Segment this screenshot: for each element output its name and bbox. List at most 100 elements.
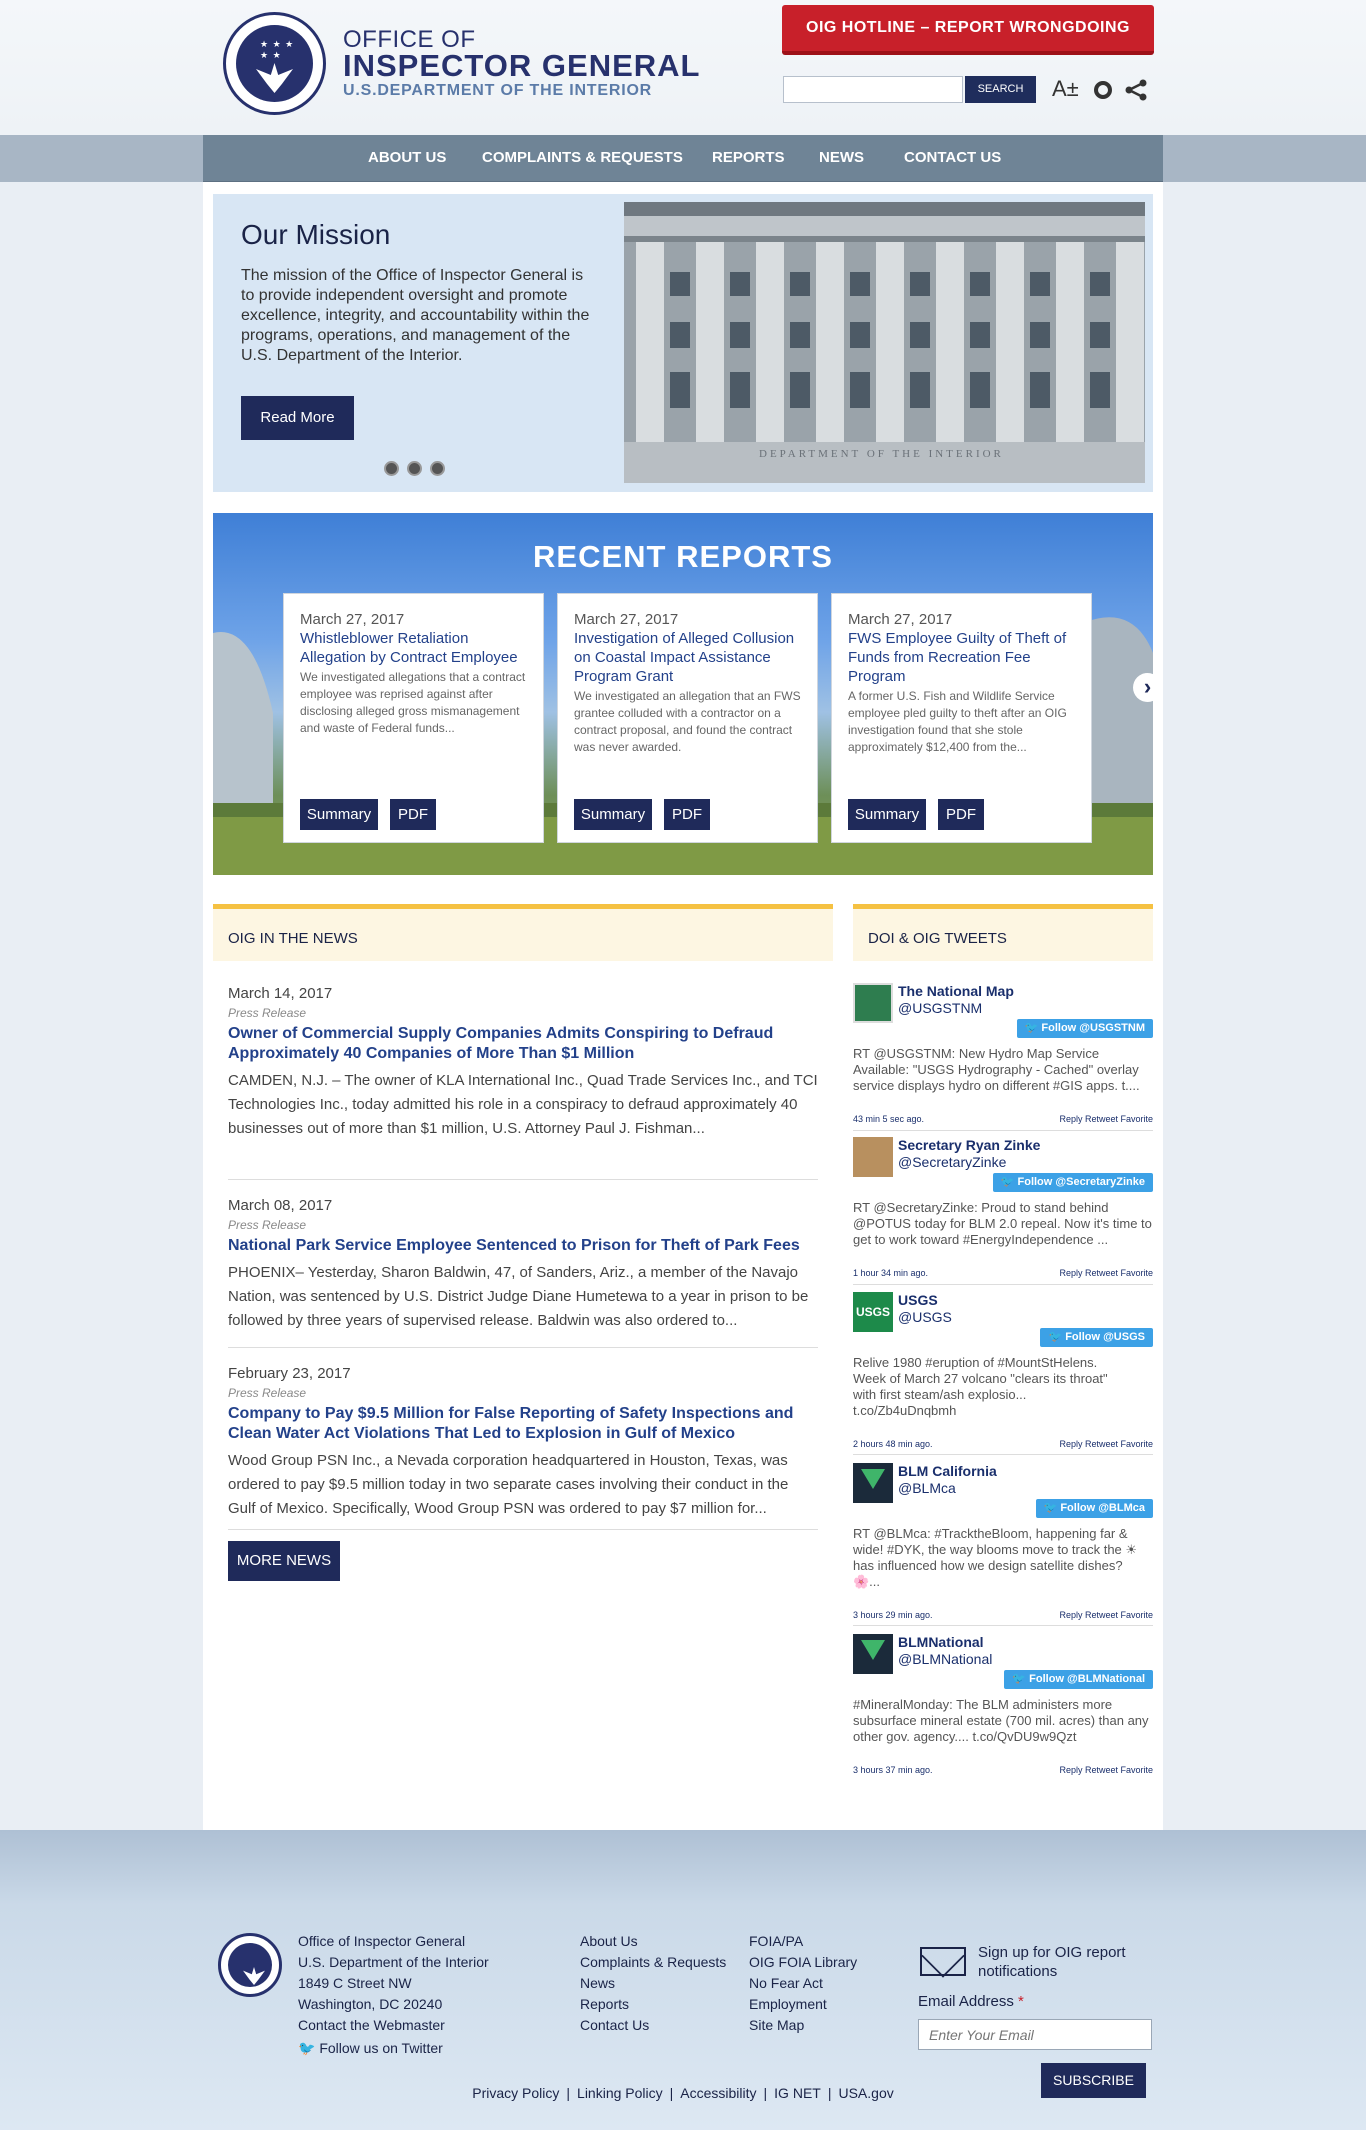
nav-contact-us[interactable]: CONTACT US	[904, 149, 1001, 166]
avatar-blmnational[interactable]	[853, 1634, 893, 1674]
footer-link[interactable]: Complaints & Requests	[580, 1952, 726, 1973]
logo-line2: INSPECTOR GENERAL	[343, 48, 701, 83]
tweet-author-name[interactable]: BLMNational	[898, 1634, 984, 1650]
report-title[interactable]: FWS Employee Guilty of Theft of Funds fr…	[848, 629, 1080, 756]
footer-link[interactable]: OIG FOIA Library	[749, 1952, 857, 1973]
divider	[853, 1625, 1153, 1626]
news-body: PHOENIX– Yesterday, Sharon Baldwin, 47, …	[228, 1264, 809, 1329]
tweet-time[interactable]: 43 min 5 sec ago.	[853, 1114, 924, 1124]
report-card: March 27, 2017 Whistleblower Retaliation…	[283, 593, 544, 843]
news-title-link[interactable]: Company to Pay $9.5 Million for False Re…	[228, 1404, 818, 1444]
footer-link[interactable]: No Fear Act	[749, 1973, 857, 1994]
tweet-time[interactable]: 3 hours 29 min ago.	[853, 1610, 933, 1620]
share-icon[interactable]	[1124, 79, 1148, 101]
news-title-link[interactable]: National Park Service Employee Sentenced…	[228, 1236, 818, 1256]
nav-news[interactable]: NEWS	[819, 149, 864, 166]
summary-button[interactable]: Summary	[300, 799, 378, 830]
address-line: Office of Inspector General	[298, 1933, 466, 1949]
bottom-links: Privacy Policy | Linking Policy | Accessibil…	[0, 2085, 1366, 2101]
oig-seal-logo[interactable]: ★ ★ ★ ★ ★	[223, 12, 326, 115]
contrast-icon[interactable]	[1094, 81, 1112, 99]
footer-link[interactable]: About Us	[580, 1931, 726, 1952]
follow-button[interactable]: 🐦 Follow @USGS	[1040, 1328, 1153, 1347]
follow-button[interactable]: 🐦 Follow @BLMca	[1035, 1499, 1153, 1518]
tweet-actions[interactable]: Reply Retweet Favorite	[1059, 1268, 1153, 1278]
tweet: The National Map @USGSTNM 🐦 Follow @USGS…	[853, 983, 1153, 1133]
avatar-usgstnm[interactable]	[853, 983, 893, 1023]
search-input[interactable]	[783, 76, 963, 103]
footer-link[interactable]: Contact Us	[580, 2015, 726, 2036]
divider	[853, 1284, 1153, 1285]
linking-policy-link[interactable]: Linking Policy	[577, 2085, 663, 2101]
news-item: March 08, 2017 Press Release National Pa…	[228, 1197, 818, 1333]
building-illustration	[624, 202, 1145, 483]
divider	[228, 1179, 818, 1180]
report-title[interactable]: Whistleblower Retaliation Allegation by …	[300, 629, 532, 737]
tweet-author-name[interactable]: Secretary Ryan Zinke	[898, 1137, 1040, 1153]
email-field[interactable]	[918, 2019, 1152, 2050]
tweet: BLM California @BLMca 🐦 Follow @BLMca RT…	[853, 1463, 1153, 1626]
nav-reports[interactable]: REPORTS	[712, 149, 785, 166]
tweet-handle: @USGSTNM	[898, 1000, 983, 1016]
slider-dot-3[interactable]	[430, 461, 445, 476]
usa-gov-link[interactable]: USA.gov	[838, 2085, 893, 2101]
tweet-author-name[interactable]: The National Map	[898, 983, 1014, 999]
tweet-actions[interactable]: Reply Retweet Favorite	[1059, 1439, 1153, 1449]
hero-text: The mission of the Office of Inspector G…	[241, 267, 590, 364]
nav-about-us[interactable]: ABOUT US	[368, 149, 446, 166]
follow-button[interactable]: 🐦 Follow @BLMNational	[1004, 1670, 1153, 1689]
font-size-icon[interactable]: A±	[1052, 76, 1079, 102]
report-desc: We investigated allegations that a contr…	[300, 670, 526, 735]
avatar-usgs[interactable]: USGS	[853, 1292, 893, 1332]
site-header: ★ ★ ★ ★ ★ OFFICE OF INSPECTOR GENERAL U.S…	[0, 0, 1366, 135]
follow-button[interactable]: 🐦 Follow @SecretaryZinke	[992, 1173, 1153, 1192]
follow-twitter-link[interactable]: 🐦 Follow us on Twitter	[298, 2040, 443, 2057]
separator: |	[669, 2085, 674, 2101]
ig-net-link[interactable]: IG NET	[774, 2085, 821, 2101]
signup-text: Sign up for OIG report notifications	[978, 1944, 1126, 1980]
report-date: March 27, 2017	[300, 611, 405, 628]
report-desc: A former U.S. Fish and Wildlife Service …	[848, 689, 1067, 754]
tweet-actions[interactable]: Reply Retweet Favorite	[1059, 1610, 1153, 1620]
tweet-actions[interactable]: Reply Retweet Favorite	[1059, 1114, 1153, 1124]
search-button[interactable]: SEARCH	[965, 76, 1036, 103]
address-line: U.S. Department of the Interior	[298, 1954, 489, 1970]
more-news-button[interactable]: MORE NEWS	[228, 1541, 340, 1581]
follow-button[interactable]: 🐦 Follow @USGSTNM	[1016, 1019, 1153, 1038]
footer-link[interactable]: Reports	[580, 1994, 726, 2015]
avatar-blmca[interactable]	[853, 1463, 893, 1503]
footer-link[interactable]: News	[580, 1973, 726, 1994]
footer-link[interactable]: Site Map	[749, 2015, 857, 2036]
tweet-text: RT @SecretaryZinke: Proud to stand behin…	[853, 1200, 1152, 1247]
footer-link[interactable]: Employment	[749, 1994, 857, 2015]
hotline-button[interactable]: OIG HOTLINE – REPORT WRONGDOING	[782, 5, 1154, 55]
tweet-time[interactable]: 3 hours 37 min ago.	[853, 1765, 933, 1775]
footer-links-col3: FOIA/PA OIG FOIA Library No Fear Act Emp…	[749, 1931, 857, 2036]
accessibility-link[interactable]: Accessibility	[680, 2085, 756, 2101]
divider	[228, 1529, 818, 1530]
chevron-right-icon[interactable]: ›	[1133, 673, 1162, 702]
privacy-policy-link[interactable]: Privacy Policy	[472, 2085, 559, 2101]
report-title[interactable]: Investigation of Alleged Collusion on Co…	[574, 629, 806, 756]
news-date: March 14, 2017	[228, 985, 333, 1002]
footer-link[interactable]: FOIA/PA	[749, 1931, 857, 1952]
summary-button[interactable]: Summary	[574, 799, 652, 830]
tweet-author-name[interactable]: BLM California	[898, 1463, 997, 1479]
tweet-author-name[interactable]: USGS	[898, 1292, 938, 1308]
tweet-actions[interactable]: Reply Retweet Favorite	[1059, 1765, 1153, 1775]
read-more-button[interactable]: Read More	[241, 396, 354, 440]
tweet-time[interactable]: 1 hour 34 min ago.	[853, 1268, 928, 1278]
news-title-link[interactable]: Owner of Commercial Supply Companies Adm…	[228, 1024, 818, 1064]
slider-dot-1[interactable]	[384, 461, 399, 476]
slider-dot-2[interactable]	[407, 461, 422, 476]
contact-webmaster-link[interactable]: Contact the Webmaster	[298, 2015, 489, 2036]
nav-complaints[interactable]: COMPLAINTS & REQUESTS	[482, 149, 683, 166]
tweet-time[interactable]: 2 hours 48 min ago.	[853, 1439, 933, 1449]
pdf-button[interactable]: PDF	[938, 799, 984, 830]
separator: |	[827, 2085, 832, 2101]
pdf-button[interactable]: PDF	[390, 799, 436, 830]
summary-button[interactable]: Summary	[848, 799, 926, 830]
avatar-secretaryzinke[interactable]	[853, 1137, 893, 1177]
news-type: Press Release	[228, 1386, 307, 1400]
pdf-button[interactable]: PDF	[664, 799, 710, 830]
